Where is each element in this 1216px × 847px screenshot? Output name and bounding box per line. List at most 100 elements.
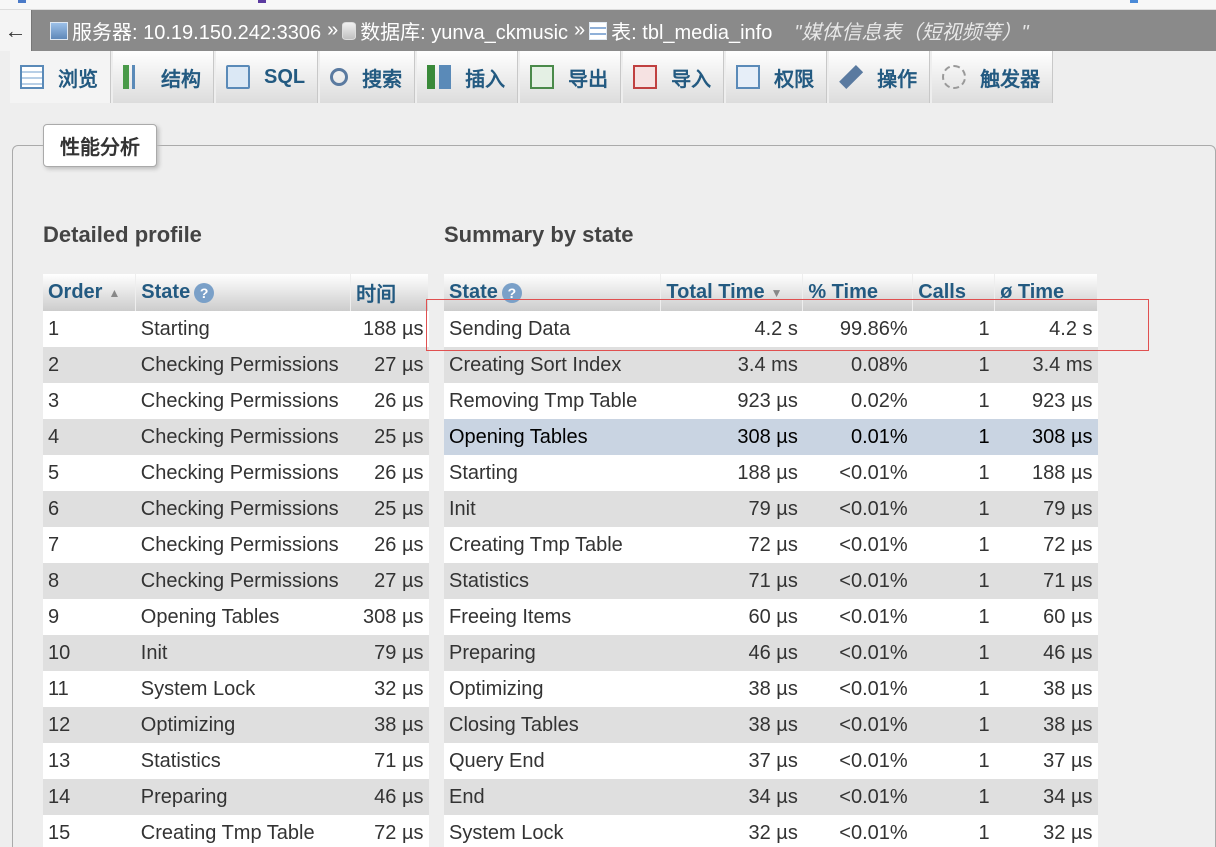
column-header-calls[interactable]: Calls [912, 274, 996, 311]
table-row[interactable]: 8 Checking Permissions 27 µs [43, 563, 429, 599]
table-row[interactable]: 1 Starting 188 µs [43, 311, 429, 347]
cell-state: System Lock [444, 815, 661, 847]
sort-descending-icon: ▼ [770, 285, 783, 300]
table-row[interactable]: 2 Checking Permissions 27 µs [43, 347, 429, 383]
table-row[interactable]: Sending Data 4.2 s 99.86% 1 4.2 s [444, 311, 1098, 347]
table-row[interactable]: Creating Sort Index 3.4 ms 0.08% 1 3.4 ms [444, 347, 1098, 383]
tab-search[interactable]: 搜索 [320, 51, 416, 103]
cell-state: Checking Permissions [135, 419, 351, 455]
summary-by-state-table: State? Total Time ▼ % Time Calls ø Time S… [444, 274, 1098, 847]
column-header-percent-time[interactable]: % Time [802, 274, 914, 311]
breadcrumb-database-label: 数据库: yunva_ckmusic [360, 22, 569, 44]
table-row[interactable]: Freeing Items 60 µs <0.01% 1 60 µs [444, 599, 1098, 635]
table-row[interactable]: Statistics 71 µs <0.01% 1 71 µs [444, 563, 1098, 599]
table-row[interactable]: 4 Checking Permissions 25 µs [43, 419, 429, 455]
column-header-label: Total Time [666, 281, 765, 303]
cell-state: Checking Permissions [135, 527, 351, 563]
table-row[interactable]: System Lock 32 µs <0.01% 1 32 µs [444, 815, 1098, 847]
cell-state: Sending Data [444, 311, 661, 347]
breadcrumb-database[interactable]: 数据库: yunva_ckmusic [342, 16, 568, 45]
table-row[interactable]: Removing Tmp Table 923 µs 0.02% 1 923 µs [444, 383, 1098, 419]
cell-total: 38 µs [660, 707, 803, 743]
tab-operations[interactable]: 操作 [829, 51, 931, 103]
breadcrumb-separator: » [327, 19, 339, 41]
column-header-label: State [141, 281, 191, 303]
cell-pct: <0.01% [802, 563, 913, 599]
cell-state: Checking Permissions [135, 383, 351, 419]
tab-insert[interactable]: 插入 [417, 51, 519, 103]
cell-order: 4 [43, 419, 136, 455]
breadcrumb-server[interactable]: 服务器: 10.19.150.242:3306 [50, 16, 321, 45]
table-row[interactable]: 11 System Lock 32 µs [43, 671, 429, 707]
tab-sql[interactable]: SQL [216, 51, 319, 103]
column-header-total-time[interactable]: Total Time ▼ [660, 274, 804, 311]
column-header-label: ø Time [1000, 281, 1065, 303]
browser-top-strip [0, 0, 1216, 10]
cell-total: 38 µs [660, 671, 803, 707]
help-icon[interactable]: ? [194, 282, 215, 303]
table-row[interactable]: Creating Tmp Table 72 µs <0.01% 1 72 µs [444, 527, 1098, 563]
cell-avg: 308 µs [994, 419, 1098, 455]
cell-pct: <0.01% [802, 455, 913, 491]
breadcrumb-table[interactable]: 表: tbl_media_info [589, 16, 772, 45]
cell-time: 25 µs [350, 419, 429, 455]
cell-time: 25 µs [350, 491, 429, 527]
table-row[interactable]: 9 Opening Tables 308 µs [43, 599, 429, 635]
table-row[interactable]: Query End 37 µs <0.01% 1 37 µs [444, 743, 1098, 779]
column-header-time[interactable]: 时间 [350, 274, 429, 311]
database-icon [342, 21, 357, 40]
table-row[interactable]: Opening Tables 308 µs 0.01% 1 308 µs [444, 419, 1098, 455]
table-row[interactable]: End 34 µs <0.01% 1 34 µs [444, 779, 1098, 815]
tab-import[interactable]: 导入 [623, 51, 725, 103]
cell-pct: 0.02% [802, 383, 913, 419]
table-row[interactable]: Starting 188 µs <0.01% 1 188 µs [444, 455, 1098, 491]
cell-total: 46 µs [660, 635, 803, 671]
cell-calls: 1 [912, 491, 995, 527]
table-row[interactable]: Preparing 46 µs <0.01% 1 46 µs [444, 635, 1098, 671]
column-header-state[interactable]: State? [135, 274, 352, 311]
table-row[interactable]: 14 Preparing 46 µs [43, 779, 429, 815]
cell-time: 72 µs [350, 815, 429, 847]
column-header-order[interactable]: Order ▲ [43, 274, 137, 311]
column-header-state[interactable]: State? [444, 274, 662, 311]
table-row[interactable]: 6 Checking Permissions 25 µs [43, 491, 429, 527]
tab-privileges[interactable]: 权限 [726, 51, 828, 103]
tab-browse[interactable]: 浏览 [10, 51, 111, 103]
cell-state: Statistics [135, 743, 351, 779]
cell-order: 9 [43, 599, 136, 635]
tab-export[interactable]: 导出 [520, 51, 622, 103]
cell-state: System Lock [135, 671, 351, 707]
tab-triggers[interactable]: 触发器 [932, 51, 1054, 103]
cell-time: 46 µs [350, 779, 429, 815]
table-row[interactable]: Closing Tables 38 µs <0.01% 1 38 µs [444, 707, 1098, 743]
table-row[interactable]: 3 Checking Permissions 26 µs [43, 383, 429, 419]
table-row[interactable]: Init 79 µs <0.01% 1 79 µs [444, 491, 1098, 527]
cell-order: 1 [43, 311, 136, 347]
profiling-legend[interactable]: 性能分析 [43, 124, 157, 167]
table-row[interactable]: 10 Init 79 µs [43, 635, 429, 671]
column-header-label: State [449, 281, 498, 303]
help-icon[interactable]: ? [501, 282, 522, 303]
cell-total: 188 µs [660, 455, 803, 491]
back-arrow-icon[interactable]: ← [0, 10, 32, 51]
table-row[interactable]: 15 Creating Tmp Table 72 µs [43, 815, 429, 847]
table-comment: "媒体信息表（短视频等）" [794, 22, 1029, 44]
cell-calls: 1 [912, 599, 995, 635]
browse-icon [20, 65, 44, 89]
cell-total: 60 µs [660, 599, 803, 635]
cell-avg: 71 µs [994, 563, 1098, 599]
cell-state: Query End [444, 743, 661, 779]
cell-pct: <0.01% [802, 491, 913, 527]
table-row[interactable]: Optimizing 38 µs <0.01% 1 38 µs [444, 671, 1098, 707]
cell-state: Opening Tables [444, 419, 661, 455]
table-row[interactable]: 12 Optimizing 38 µs [43, 707, 429, 743]
table-row[interactable]: 13 Statistics 71 µs [43, 743, 429, 779]
table-row[interactable]: 5 Checking Permissions 26 µs [43, 455, 429, 491]
cell-time: 308 µs [350, 599, 429, 635]
cell-time: 38 µs [350, 707, 429, 743]
cell-pct: 99.86% [802, 311, 913, 347]
table-row[interactable]: 7 Checking Permissions 26 µs [43, 527, 429, 563]
tab-structure[interactable]: 结构 [113, 51, 214, 103]
column-header-avg-time[interactable]: ø Time [994, 274, 1098, 311]
cell-pct: <0.01% [802, 599, 913, 635]
